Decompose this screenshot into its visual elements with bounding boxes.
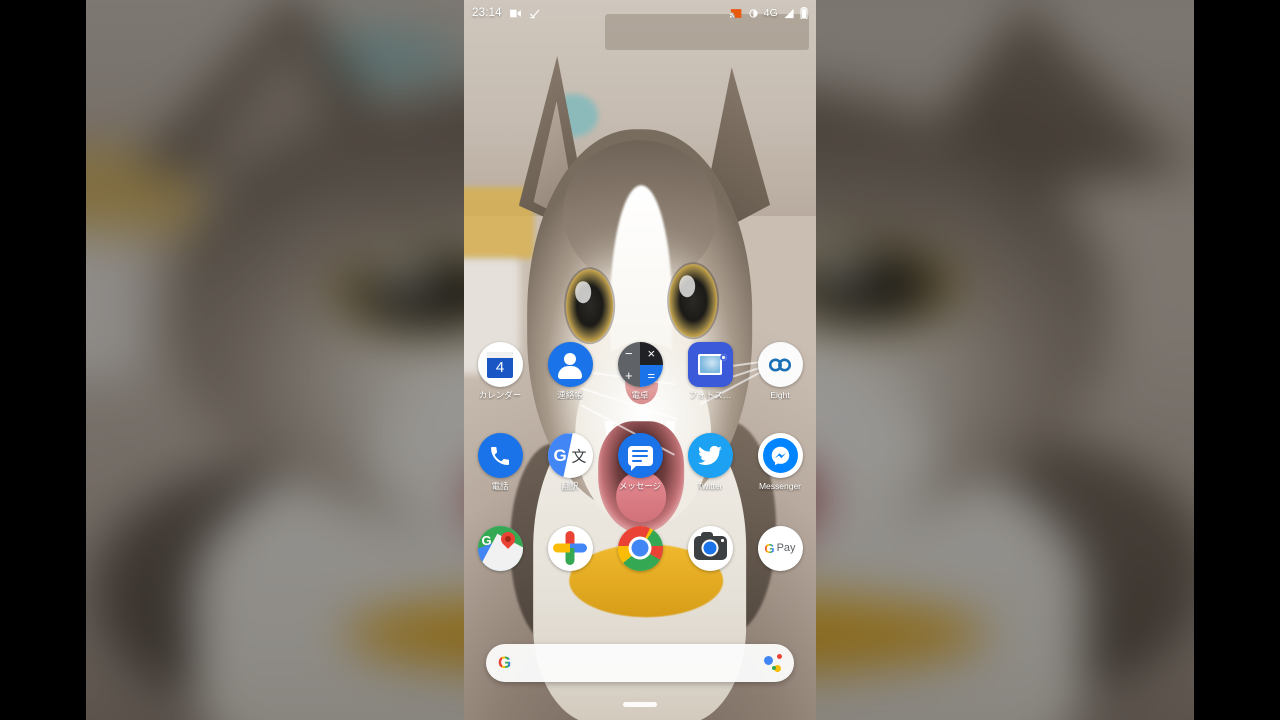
app-label: メッセージ	[618, 482, 662, 492]
dock-row: G G Pay	[464, 525, 816, 571]
google-pay-icon[interactable]: G Pay	[757, 525, 803, 571]
app-google-pay[interactable]: G Pay	[754, 525, 807, 571]
app-label: 電話	[491, 482, 509, 492]
home-indicator[interactable]	[623, 702, 657, 707]
app-label: 翻訳	[561, 482, 579, 492]
maps-g-glyph: G	[481, 532, 492, 548]
twitter-icon[interactable]	[687, 433, 733, 479]
app-label: Twitter	[697, 482, 723, 492]
app-eight[interactable]: Eight	[754, 342, 807, 400]
app-google-photos[interactable]	[544, 525, 597, 571]
translate-icon[interactable]: G 文	[547, 433, 593, 479]
app-grid: 4 カレンダー 連絡帳 − × + = 電卓 フォトス… Eight 電話 G …	[464, 342, 816, 580]
status-time: 23:14	[472, 7, 502, 19]
calc-times-key: ×	[640, 342, 663, 365]
letterbox-left	[0, 0, 86, 720]
gpay-pay-label: Pay	[776, 542, 796, 555]
calculator-icon[interactable]: − × + =	[617, 342, 663, 387]
app-chrome[interactable]	[614, 525, 667, 571]
download-complete-icon	[529, 8, 540, 19]
app-label: 電卓	[631, 391, 649, 400]
screen-record-icon	[509, 8, 522, 19]
app-translate[interactable]: G 文 翻訳	[544, 433, 597, 491]
eight-infinity-icon[interactable]	[757, 342, 803, 387]
photos-gallery-icon[interactable]	[687, 342, 733, 387]
vibrate-icon	[748, 8, 759, 19]
phone-screen: 23:14 4G 4 カレンダー 連絡帳 − × + = 電卓 フォトス… Ei…	[464, 0, 816, 720]
app-messages[interactable]: メッセージ	[614, 433, 667, 491]
app-calculator[interactable]: − × + = 電卓	[614, 342, 667, 400]
app-label: Eight	[770, 391, 790, 400]
app-messenger[interactable]: Messenger	[754, 433, 807, 491]
cast-icon	[729, 8, 743, 19]
calc-plus-key: +	[617, 364, 640, 387]
phone-icon[interactable]	[477, 433, 523, 479]
app-camera[interactable]	[684, 525, 737, 571]
translate-kanji-glyph: 文	[571, 448, 587, 466]
chrome-icon[interactable]	[617, 525, 663, 571]
messages-icon[interactable]	[617, 433, 663, 479]
messenger-icon[interactable]	[757, 433, 803, 479]
app-label: フォトス…	[688, 391, 732, 400]
camera-icon[interactable]	[687, 525, 733, 571]
app-label: Messenger	[758, 482, 802, 492]
calendar-date-number: 4	[495, 358, 505, 376]
gpay-g-glyph: G	[764, 540, 775, 556]
app-phone[interactable]: 電話	[474, 433, 527, 491]
translate-g-glyph: G	[553, 445, 567, 465]
calc-equals-key: =	[640, 364, 663, 387]
app-label: カレンダー	[478, 391, 522, 400]
app-row-2: 電話 G 文 翻訳 メッセージ Twitter Messenger	[464, 433, 816, 491]
google-g-icon: G	[498, 653, 512, 672]
app-contacts[interactable]: 連絡帳	[544, 342, 597, 400]
contacts-icon[interactable]	[547, 342, 593, 387]
letterbox-right	[1194, 0, 1280, 720]
app-photos-gallery[interactable]: フォトス…	[684, 342, 737, 400]
google-photos-icon[interactable]	[547, 525, 593, 571]
app-google-maps[interactable]: G	[474, 525, 527, 571]
app-twitter[interactable]: Twitter	[684, 433, 737, 491]
status-bar: 23:14 4G	[464, 0, 816, 26]
app-calendar[interactable]: 4 カレンダー	[474, 342, 527, 400]
google-maps-icon[interactable]: G	[477, 525, 523, 571]
google-search-bar[interactable]: G	[486, 644, 794, 682]
battery-icon	[800, 7, 808, 19]
google-assistant-icon[interactable]	[764, 654, 782, 672]
app-label: 連絡帳	[557, 391, 583, 400]
app-row-1: 4 カレンダー 連絡帳 − × + = 電卓 フォトス… Eight	[464, 342, 816, 400]
signal-icon	[783, 8, 795, 19]
calc-minus-key: −	[617, 342, 640, 365]
network-type-label: 4G	[763, 7, 778, 19]
calendar-icon[interactable]: 4	[477, 342, 523, 387]
screenshot-stage: 23:14 4G 4 カレンダー 連絡帳 − × + = 電卓 フォトス… Ei…	[0, 0, 1280, 720]
